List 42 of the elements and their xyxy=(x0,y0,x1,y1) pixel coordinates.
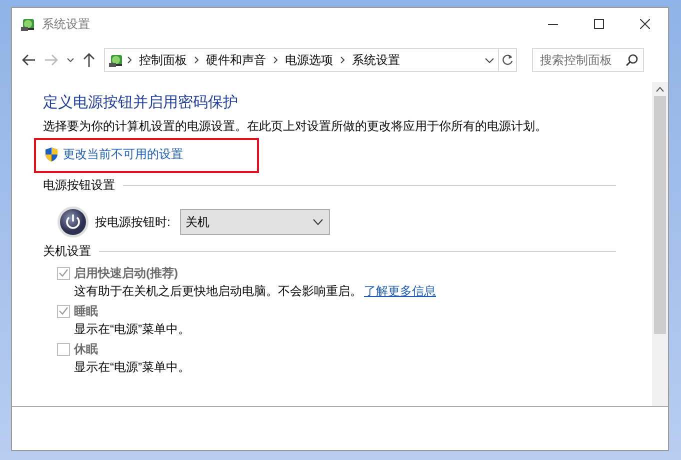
admin-settings-link[interactable]: 更改当前不可用的设置 xyxy=(63,146,183,163)
power-action-dropdown[interactable]: 关机 xyxy=(180,209,330,235)
page-description: 选择要为你的计算机设置的电源设置。在此页上对设置所做的更改将应用于你所有的电源计划。 xyxy=(43,118,548,134)
breadcrumb-item[interactable]: 控制面板 xyxy=(135,52,191,68)
forward-arrow-icon xyxy=(44,54,58,66)
caret-icon xyxy=(313,219,324,225)
power-icon xyxy=(57,206,89,238)
breadcrumb-item[interactable]: 系统设置 xyxy=(348,52,404,68)
caret-icon xyxy=(66,58,74,62)
search-field[interactable]: 搜索控制面板 xyxy=(532,48,644,72)
control-panel-icon xyxy=(108,52,124,68)
section-title: 关机设置 xyxy=(43,242,91,260)
option-description: 显示在“电源”菜单中。 xyxy=(74,321,190,337)
chevron-icon xyxy=(273,56,278,64)
option-label: 启用快速启动(推荐) xyxy=(74,264,178,282)
scrollbar[interactable] xyxy=(652,82,668,406)
chevron-icon xyxy=(127,56,132,64)
chevron-icon xyxy=(340,56,345,64)
option-label: 休眠 xyxy=(74,340,98,358)
refresh-icon xyxy=(502,54,513,66)
up-arrow-icon xyxy=(83,53,95,67)
option-label: 睡眠 xyxy=(74,302,98,320)
scroll-thumb[interactable] xyxy=(654,96,666,334)
close-icon xyxy=(640,19,650,29)
option-description: 显示在“电源”菜单中。 xyxy=(74,359,190,375)
section-title: 电源按钮设置 xyxy=(43,176,115,194)
checkmark-icon xyxy=(59,307,68,315)
breadcrumb-item[interactable]: 硬件和声音 xyxy=(202,52,270,68)
shield-icon xyxy=(45,147,58,162)
scroll-up-icon xyxy=(656,87,664,92)
field-label: 按电源按钮时: xyxy=(95,214,170,230)
chevron-icon xyxy=(194,56,199,64)
maximize-icon xyxy=(594,19,604,29)
checkmark-icon xyxy=(59,269,68,277)
window-title: 系统设置 xyxy=(42,16,91,32)
control-panel-icon xyxy=(20,16,36,32)
search-icon xyxy=(626,54,638,66)
caret-icon xyxy=(484,58,494,62)
breadcrumb-item[interactable]: 电源选项 xyxy=(281,52,337,68)
page-heading: 定义电源按钮并启用密码保护 xyxy=(43,93,239,113)
option-description: 这有助于在关机之后更快地启动电脑。不会影响重启。 xyxy=(74,283,362,299)
back-arrow-icon xyxy=(22,54,36,66)
